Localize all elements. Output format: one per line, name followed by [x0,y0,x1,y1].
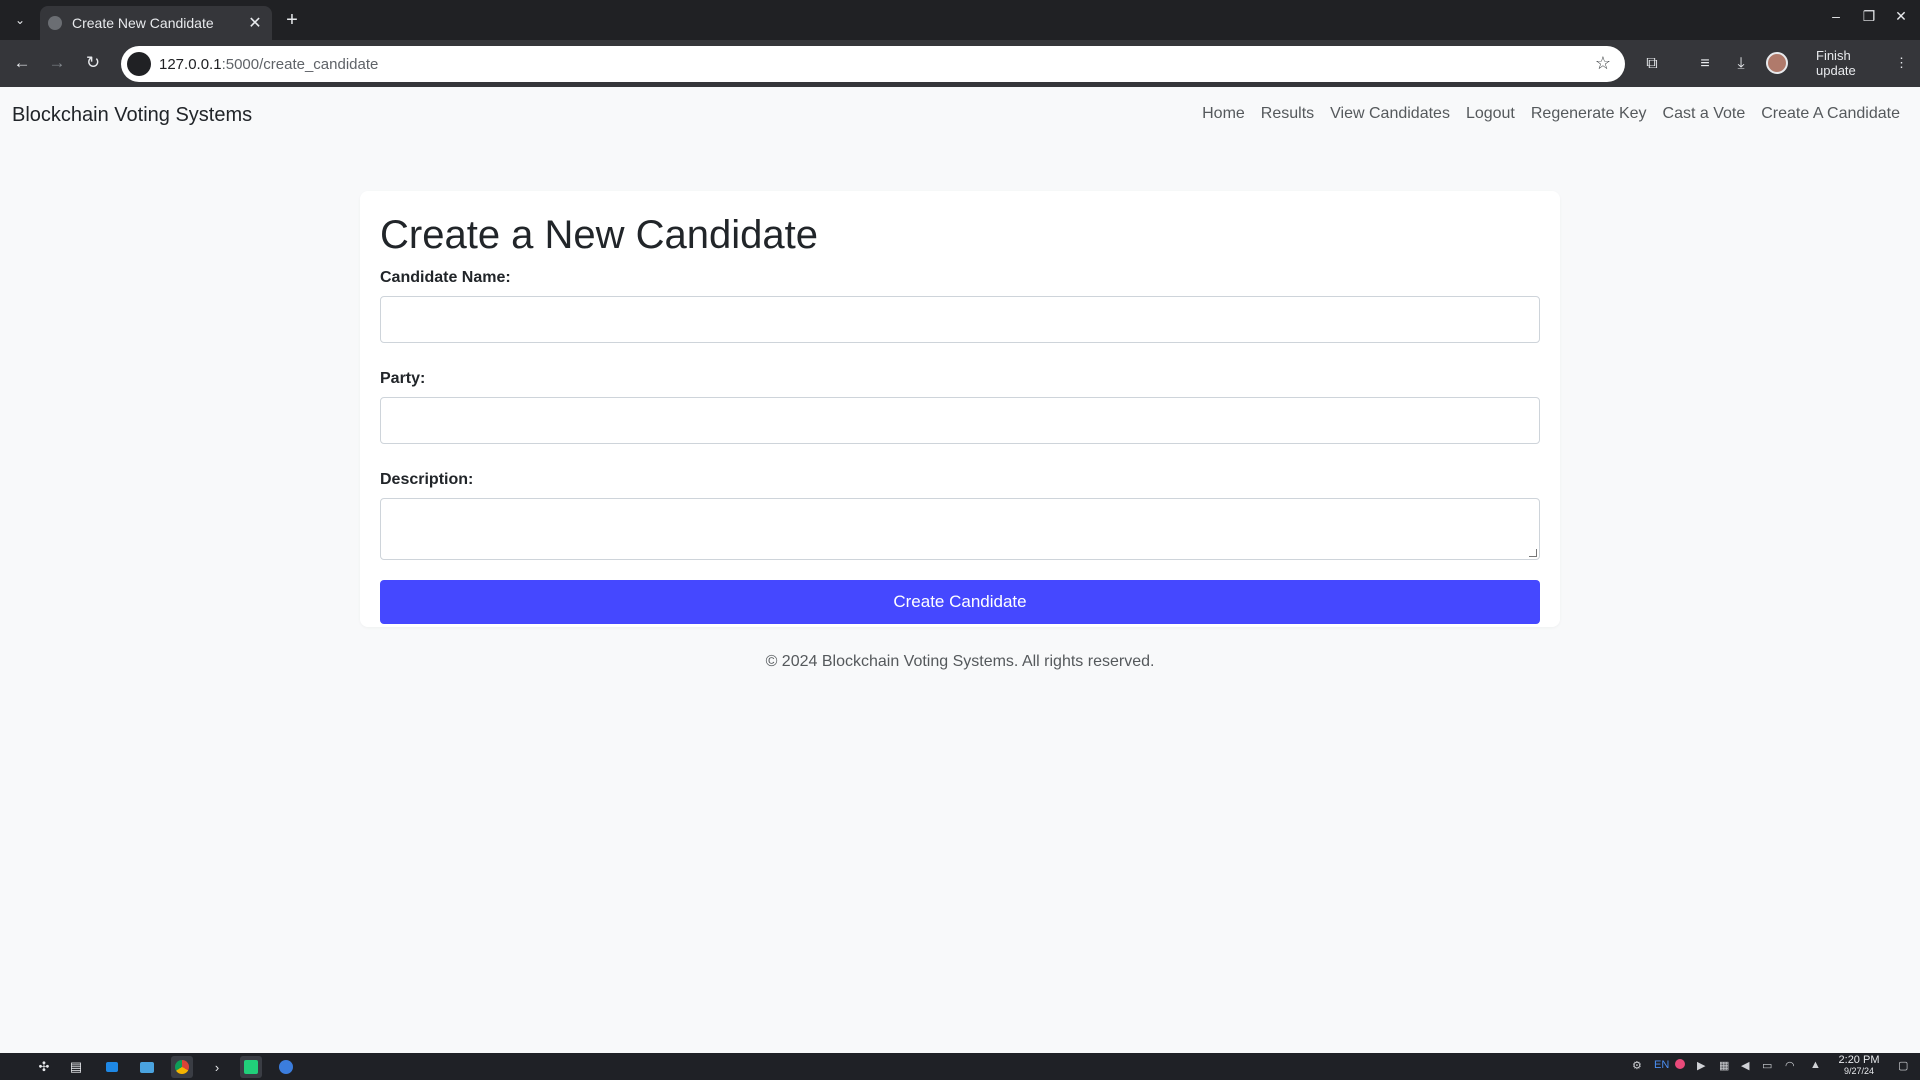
page-footer: © 2024 Blockchain Voting Systems. All ri… [765,653,1155,670]
profile-avatar[interactable] [1766,52,1788,74]
battery-icon[interactable]: ▭ [1762,1059,1772,1072]
candidate-name-input[interactable] [380,296,1540,343]
nav-link-regenerate-key[interactable]: Regenerate Key [1531,105,1647,123]
web-browser-icon[interactable] [275,1056,297,1078]
finish-update-label: Finish update [1816,48,1856,78]
tray-expand-icon[interactable]: ▲ [1810,1059,1821,1071]
browser-toolbar: ← → ↻ 127.0.0.1:5000/create_candidate ☆ … [0,40,1920,87]
page-title: Create a New Candidate [380,213,819,257]
system-clock[interactable]: 2:20 PM 9/27/24 [1834,1055,1884,1077]
close-tab-icon[interactable]: ✕ [246,13,264,33]
finish-update-button[interactable]: Finish update ⋮ [1804,48,1920,78]
nav-link-cast-a-vote[interactable]: Cast a Vote [1663,105,1746,123]
nav-link-create-a-candidate[interactable]: Create A Candidate [1761,105,1900,123]
nav-link-logout[interactable]: Logout [1466,105,1515,123]
reload-icon[interactable]: ↻ [81,51,105,75]
browser-tab-strip: ⌄ Create New Candidate ✕ + – ❐ ✕ [0,0,1920,40]
kebab-menu-icon[interactable]: ⋮ [1895,55,1908,71]
os-taskbar: ✣ ▤ › ⚙ EN ▶ ▦ ◀ ▭ ◠ ▲ 2:20 PM 9/27/24 ▢ [0,1053,1920,1080]
url-host: 127.0.0.1 [159,55,222,73]
code-editor-icon[interactable] [240,1056,262,1078]
site-brand[interactable]: Blockchain Voting Systems [12,104,252,127]
chrome-icon[interactable] [171,1056,193,1078]
back-arrow-icon[interactable]: ← [10,51,34,75]
address-bar[interactable]: 127.0.0.1:5000/create_candidate ☆ [121,46,1625,82]
volume-icon[interactable]: ◀ [1741,1059,1749,1072]
download-icon[interactable]: ⤓ [1729,52,1753,76]
media-play-tray-icon[interactable]: ▶ [1697,1059,1705,1072]
terminal-icon[interactable]: › [206,1056,228,1078]
color-app-tray-icon[interactable] [1675,1059,1685,1072]
minimize-icon[interactable]: – [1824,8,1848,24]
app-launcher-icon[interactable]: ✣ [33,1056,55,1078]
tab-search-chevron-icon[interactable]: ⌄ [8,8,32,32]
tab-title: Create New Candidate [72,15,214,31]
notifications-tray-icon[interactable]: ⚙ [1632,1059,1642,1072]
url-path: :5000/create_candidate [221,55,379,73]
resize-handle-icon[interactable] [1529,549,1537,557]
forward-arrow-icon[interactable]: → [45,51,69,75]
extensions-puzzle-icon[interactable]: ⧉ [1640,52,1664,76]
web-page: Blockchain Voting Systems Home Results V… [0,87,1920,1053]
nav-links: Home Results View Candidates Logout Rege… [1202,105,1900,123]
candidate-name-label: Candidate Name: [380,269,511,286]
site-navbar: Blockchain Voting Systems Home Results V… [0,87,1920,141]
create-candidate-card: Create a New Candidate Candidate Name: P… [360,191,1560,627]
close-window-icon[interactable]: ✕ [1889,8,1913,25]
globe-icon [48,16,62,30]
clock-date: 9/27/24 [1843,1066,1875,1076]
bookmark-star-icon[interactable]: ☆ [1595,53,1611,74]
task-view-icon[interactable]: ▤ [65,1056,87,1078]
nav-link-view-candidates[interactable]: View Candidates [1330,105,1450,123]
new-tab-plus-icon[interactable]: + [281,9,303,32]
language-indicator[interactable]: EN [1654,1059,1669,1071]
site-info-icon[interactable] [127,52,151,76]
nav-link-home[interactable]: Home [1202,105,1245,123]
restore-icon[interactable]: ❐ [1857,8,1881,25]
clock-time: 2:20 PM [1838,1054,1880,1066]
show-desktop-icon[interactable]: ▢ [1898,1059,1908,1072]
party-input[interactable] [380,397,1540,444]
description-label: Description: [380,471,474,488]
media-queue-icon[interactable]: ≡ [1693,52,1717,76]
description-textarea[interactable] [380,498,1540,560]
create-candidate-button[interactable]: Create Candidate [380,580,1540,624]
nav-link-results[interactable]: Results [1261,105,1314,123]
party-label: Party: [380,370,426,387]
store-icon[interactable] [101,1056,123,1078]
wifi-icon[interactable]: ◠ [1785,1059,1795,1072]
browser-tab[interactable]: Create New Candidate ✕ [40,6,272,40]
clipboard-tray-icon[interactable]: ▦ [1719,1059,1729,1072]
file-manager-icon[interactable] [136,1056,158,1078]
